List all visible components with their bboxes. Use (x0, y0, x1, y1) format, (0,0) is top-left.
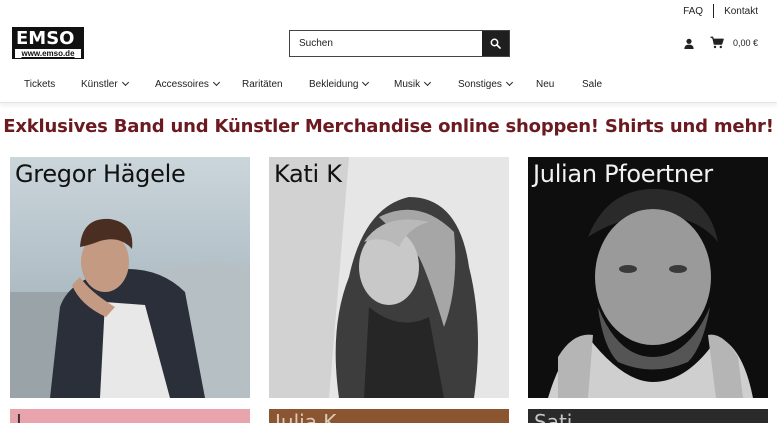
artist-name: Julian Pfoertner (533, 160, 713, 188)
nav-label: Neu (536, 79, 555, 90)
nav-label: Accessoires (155, 79, 209, 90)
artist-card-row2-3[interactable]: Sati (528, 409, 768, 423)
nav-item-kuenstler[interactable]: Künstler (81, 78, 129, 90)
search-button[interactable] (482, 31, 509, 56)
top-links: FAQ Kontakt (683, 4, 758, 18)
search-icon (490, 38, 501, 49)
logo-sub-text: www.emso.de (15, 49, 81, 58)
nav-item-neu[interactable]: Neu (536, 79, 554, 90)
chevron-down-icon (505, 78, 513, 87)
nav-label: Sale (582, 79, 603, 90)
nav-label: Raritäten (242, 79, 283, 90)
artist-card-julian-pfoertner[interactable]: Julian Pfoertner (528, 157, 768, 398)
nav-item-sale[interactable]: Sale (582, 79, 602, 90)
faq-link[interactable]: FAQ (683, 6, 703, 17)
nav-label: Sonstiges (458, 79, 502, 90)
chevron-down-icon (212, 78, 220, 87)
chevron-down-icon (121, 78, 129, 87)
nav-item-musik[interactable]: Musik (394, 78, 432, 90)
nav-label: Bekleidung (309, 79, 359, 90)
artist-card-row2-2[interactable]: Julia K (269, 409, 509, 423)
artist-card-kati-k[interactable]: Kati K (269, 157, 509, 398)
main-nav: Tickets Künstler Accessoires Raritäten B… (0, 70, 777, 103)
cart-icon (710, 36, 724, 49)
nav-item-raritaeten[interactable]: Raritäten (242, 79, 283, 90)
contact-link[interactable]: Kontakt (724, 6, 758, 17)
nav-label: Tickets (24, 79, 56, 90)
divider (713, 4, 715, 18)
artist-card-gregor-haegele[interactable]: Gregor Hägele (10, 157, 250, 398)
site-logo[interactable]: EMSO www.emso.de (12, 27, 84, 59)
artist-name: Sati (534, 410, 573, 423)
search-bar: Suchen (289, 30, 510, 57)
artist-photo (528, 157, 768, 398)
artist-photo (269, 157, 509, 398)
artist-name: I (16, 410, 22, 423)
nav-label: Musik (394, 79, 421, 90)
artist-name: Gregor Hägele (15, 160, 186, 188)
logo-main-text: EMSO (16, 28, 75, 49)
nav-item-bekleidung[interactable]: Bekleidung (309, 78, 370, 90)
artist-photo (10, 157, 250, 398)
artist-name: Kati K (274, 160, 342, 188)
cart-button[interactable]: 0,00 € (710, 36, 758, 49)
chevron-down-icon (424, 78, 432, 87)
chevron-down-icon (362, 78, 370, 87)
artist-card-row2-1[interactable]: I (10, 409, 250, 423)
user-icon[interactable] (682, 37, 696, 51)
cart-total: 0,00 € (733, 37, 759, 48)
artist-name: Julia K (275, 410, 337, 423)
nav-item-tickets[interactable]: Tickets (24, 79, 55, 90)
nav-label: Künstler (81, 79, 118, 90)
nav-item-sonstiges[interactable]: Sonstiges (458, 78, 513, 90)
page-headline: Exklusives Band und Künstler Merchandise… (3, 116, 774, 137)
search-input[interactable]: Suchen (290, 31, 482, 56)
nav-item-accessoires[interactable]: Accessoires (155, 78, 220, 90)
